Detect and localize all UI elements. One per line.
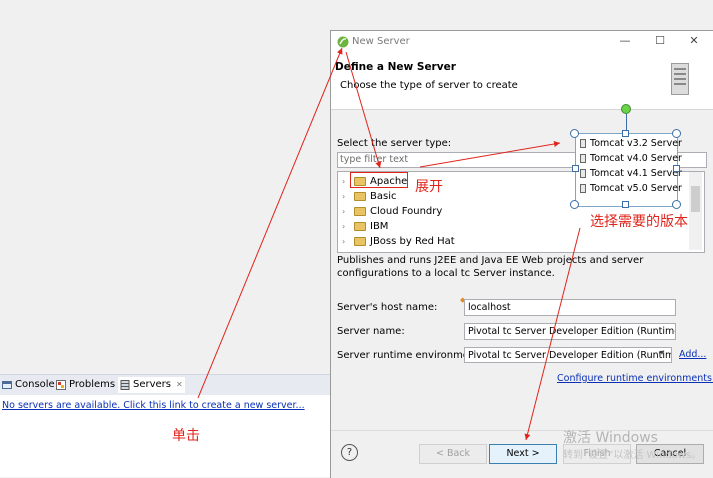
- arrow-to-popup: [419, 141, 561, 168]
- arrow-to-next: [524, 227, 581, 441]
- activation-watermark: 激活 Windows: [563, 430, 658, 446]
- activation-watermark-sub: 转到“设置”以激活 Windows。: [563, 450, 702, 461]
- arrow-to-apache: [345, 51, 382, 169]
- arrow-to-dialog: [197, 47, 343, 399]
- annotation-arrows: [197, 47, 581, 441]
